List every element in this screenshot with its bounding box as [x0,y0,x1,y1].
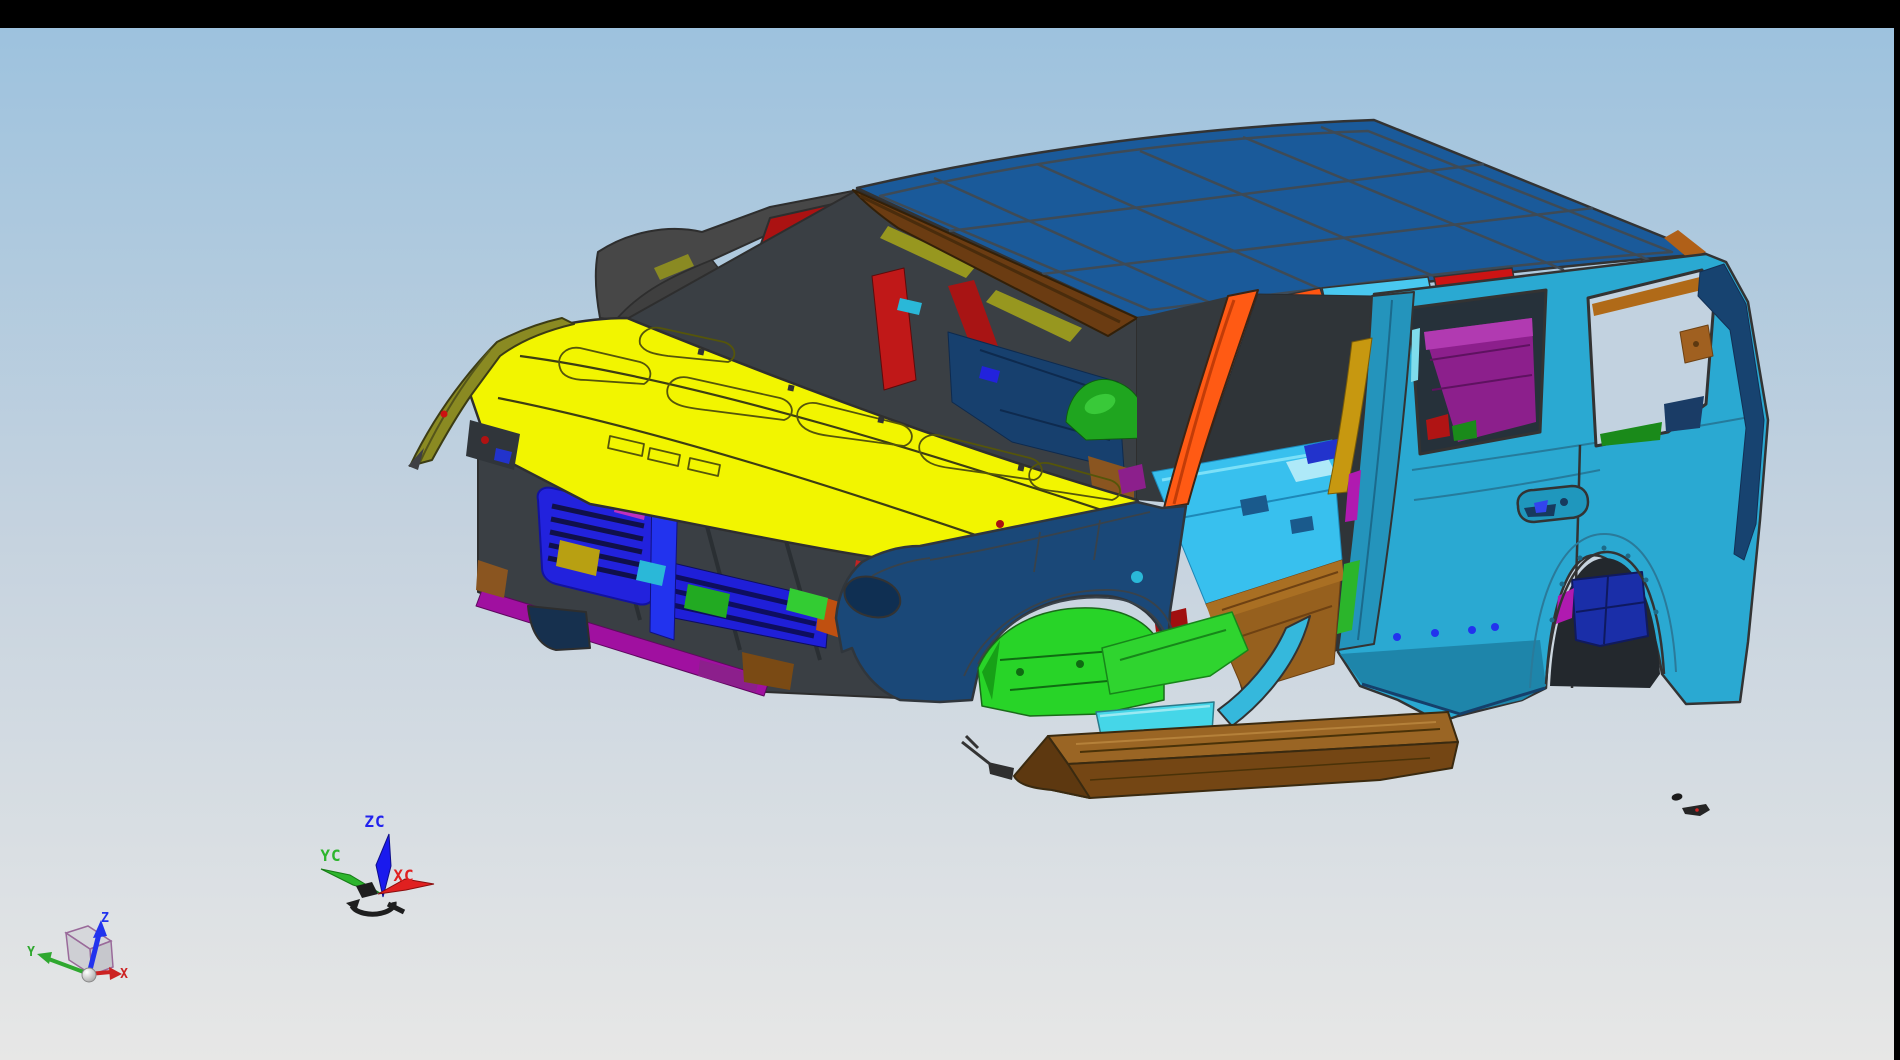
mid-door-window[interactable] [1410,290,1546,454]
wcs-z-label: ZC [364,812,385,831]
arch-box-blue [1572,572,1648,646]
datum-origin-sphere [82,968,96,982]
wcs-x-label: XC [393,866,414,885]
wcs-y-label: YC [320,846,341,865]
window-right-border [1894,0,1900,1060]
door-handle[interactable] [1518,486,1588,522]
datum-z-label: Z [101,911,109,926]
window-top-border [0,0,1900,28]
quarter-window[interactable] [1588,270,1714,446]
datum-x-label: X [120,967,128,982]
graphics-viewport[interactable]: ZC YC XC Z Y X [0,28,1894,1060]
cad-application-window: ZC YC XC Z Y X [0,0,1900,1060]
datum-y-label: Y [27,945,35,960]
